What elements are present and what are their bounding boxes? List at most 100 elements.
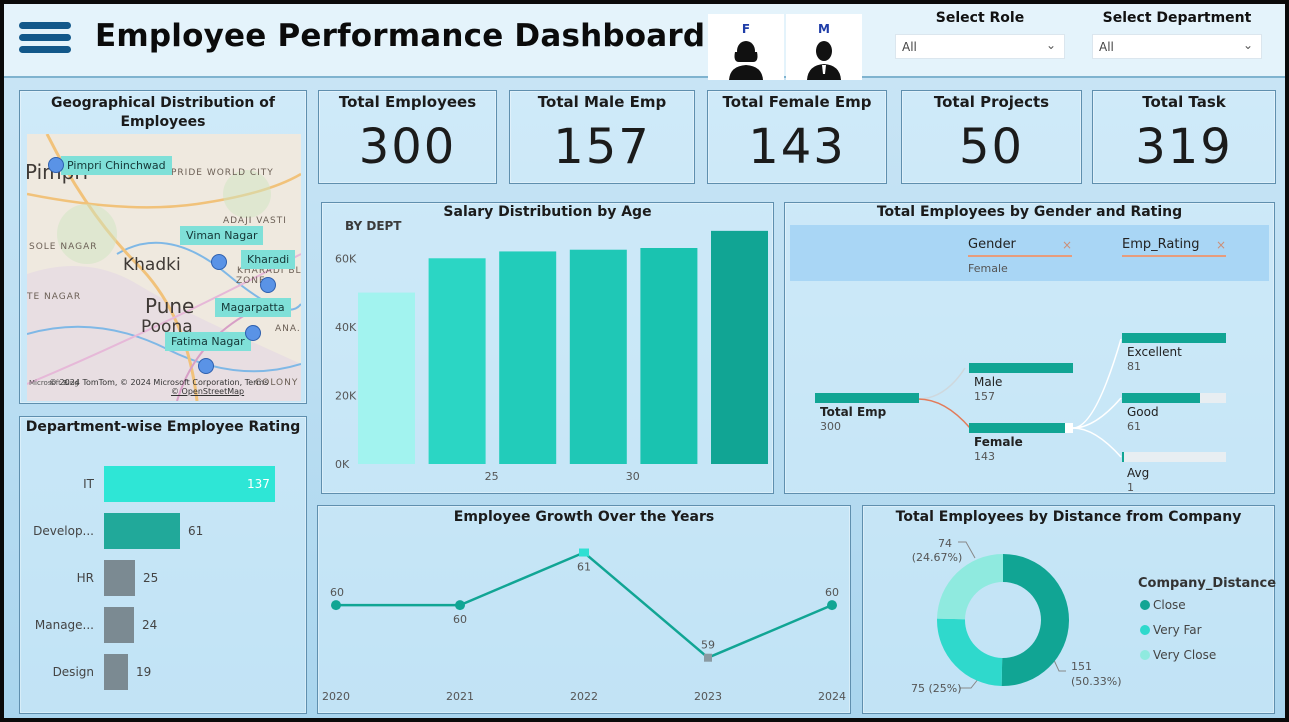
select-department-title: Select Department bbox=[1102, 10, 1252, 26]
growth-point[interactable] bbox=[579, 548, 589, 557]
y-tick-label: 40K bbox=[335, 321, 357, 334]
legend-item[interactable]: Very Far bbox=[1153, 623, 1202, 637]
y-tick-label: 0K bbox=[335, 458, 350, 471]
salary-bar[interactable] bbox=[499, 251, 557, 464]
y-tick-label: 20K bbox=[335, 389, 357, 402]
label-very-close-pct: (24.67%) bbox=[912, 551, 963, 564]
tree-avg-value: 1 bbox=[1127, 481, 1134, 494]
growth-data-label: 60 bbox=[825, 586, 839, 599]
dept-bar-label: HR bbox=[76, 571, 94, 585]
growth-point[interactable] bbox=[331, 600, 341, 611]
chevron-down-icon: ⌄ bbox=[1045, 38, 1056, 52]
label-very-close: 74 bbox=[938, 537, 952, 550]
donut-slice[interactable] bbox=[1001, 554, 1069, 686]
kpi-title: Total Female Emp bbox=[722, 93, 872, 111]
salary-bar[interactable] bbox=[640, 248, 698, 464]
tree-node-bar[interactable] bbox=[1122, 393, 1200, 403]
tree-link bbox=[917, 398, 971, 429]
tree-male-value: 157 bbox=[974, 390, 995, 403]
kpi-value: 157 bbox=[553, 119, 651, 175]
dept-bar-label: Develop... bbox=[33, 524, 94, 538]
tree-node-bar[interactable] bbox=[1122, 452, 1124, 462]
label-close: 151 bbox=[1071, 660, 1092, 673]
dept-bar[interactable] bbox=[104, 607, 134, 643]
kpi-title: Total Projects bbox=[933, 93, 1050, 111]
x-tick-label: 2020 bbox=[322, 690, 350, 703]
kpi-value: 143 bbox=[748, 119, 846, 175]
tree-node-bar[interactable] bbox=[815, 393, 919, 403]
map-credit-osm[interactable]: © OpenStreetMap bbox=[171, 387, 244, 396]
dept-bar-value: 24 bbox=[142, 618, 158, 632]
kpi-value: 300 bbox=[358, 119, 457, 175]
growth-point[interactable] bbox=[455, 600, 465, 611]
label-close-pct: (50.33%) bbox=[1071, 675, 1122, 688]
map-view[interactable]: Pimpri PRIDE WORLD CITY ADAJI VASTI SOLE… bbox=[27, 134, 301, 401]
map-label-pimpri-chinchwad: Pimpri Chinchwad bbox=[61, 156, 172, 175]
dept-bar-label: Manage... bbox=[34, 618, 94, 632]
map-pin[interactable] bbox=[245, 325, 261, 341]
dept-bar-value: 25 bbox=[143, 571, 159, 585]
growth-data-label: 59 bbox=[701, 639, 715, 652]
tree-excellent-label: Excellent bbox=[1127, 345, 1182, 359]
growth-data-label: 61 bbox=[577, 561, 591, 574]
dept-bar-value: 19 bbox=[136, 665, 152, 679]
kpi-total-employees: Total Employees 300 bbox=[318, 90, 497, 184]
dept-bar[interactable] bbox=[104, 513, 180, 549]
map-place-adaji: ADAJI VASTI bbox=[223, 216, 287, 226]
select-role-dropdown[interactable]: All ⌄ bbox=[895, 34, 1065, 59]
select-department-value: All bbox=[1099, 40, 1114, 54]
map-place-pride: PRIDE WORLD CITY bbox=[171, 168, 274, 178]
dept-bar-value: 137 bbox=[247, 477, 270, 491]
legend-item[interactable]: Very Close bbox=[1153, 648, 1216, 662]
tree-avg-label: Avg bbox=[1127, 466, 1149, 480]
x-tick-label: 2024 bbox=[818, 690, 846, 703]
map-pin[interactable] bbox=[48, 157, 64, 173]
legend-marker bbox=[1140, 625, 1150, 635]
dept-bar-label: Design bbox=[52, 665, 94, 679]
tree-female-label: Female bbox=[974, 435, 1023, 449]
growth-data-label: 60 bbox=[453, 613, 467, 626]
geo-distribution-title: Geographical Distribution of Employees bbox=[51, 95, 275, 130]
male-filter-label: M bbox=[818, 22, 830, 36]
x-tick-label: 2022 bbox=[570, 690, 598, 703]
kpi-title: Total Employees bbox=[338, 93, 477, 111]
legend-item[interactable]: Close bbox=[1153, 598, 1186, 612]
tree-root-value: 300 bbox=[820, 420, 841, 433]
map-place-te-nagar: TE NAGAR bbox=[27, 292, 82, 302]
x-tick-label: 2021 bbox=[446, 690, 474, 703]
dept-bar[interactable] bbox=[104, 560, 135, 596]
tree-node-bar[interactable] bbox=[969, 423, 1065, 433]
tree-node-bar-bg bbox=[1200, 393, 1226, 403]
growth-point[interactable] bbox=[704, 653, 712, 662]
tree-female-value: 143 bbox=[974, 450, 995, 463]
map-pin[interactable] bbox=[260, 277, 276, 293]
dept-bar[interactable] bbox=[104, 654, 128, 690]
tree-good-value: 61 bbox=[1127, 420, 1141, 433]
salary-bar[interactable] bbox=[358, 292, 415, 464]
header-bar: Employee Performance Dashboard F M Selec… bbox=[4, 4, 1285, 80]
kpi-title: Total Task bbox=[1142, 93, 1226, 111]
tree-node-bar[interactable] bbox=[1122, 333, 1226, 343]
dept-bar-value: 61 bbox=[188, 524, 204, 538]
salary-bar[interactable] bbox=[569, 249, 627, 464]
legend-title: Company_Distance bbox=[1138, 576, 1276, 591]
menu-icon[interactable] bbox=[19, 22, 71, 58]
x-tick-label: 30 bbox=[626, 470, 640, 483]
salary-bar[interactable] bbox=[428, 258, 486, 464]
growth-point[interactable] bbox=[827, 600, 837, 611]
donut-slice[interactable] bbox=[937, 618, 1003, 686]
male-filter-button[interactable]: M bbox=[786, 14, 862, 80]
page-title: Employee Performance Dashboard bbox=[95, 18, 706, 54]
dept-bar-label: IT bbox=[83, 477, 94, 491]
map-pin[interactable] bbox=[198, 358, 214, 374]
growth-data-label: 60 bbox=[330, 586, 344, 599]
map-place-sole: SOLE NAGAR bbox=[29, 242, 98, 252]
tree-node-bar[interactable] bbox=[969, 363, 1073, 373]
distance-chart-card: Total Employees by Distance from Company… bbox=[862, 505, 1276, 714]
map-pin[interactable] bbox=[211, 254, 227, 270]
female-filter-button[interactable]: F bbox=[708, 14, 784, 80]
kpi-value: 319 bbox=[1135, 119, 1233, 175]
select-department-dropdown[interactable]: All ⌄ bbox=[1092, 34, 1262, 59]
salary-bar[interactable] bbox=[711, 230, 768, 464]
decomposition-tree-card: Total Employees by Gender and Rating Gen… bbox=[784, 202, 1275, 494]
